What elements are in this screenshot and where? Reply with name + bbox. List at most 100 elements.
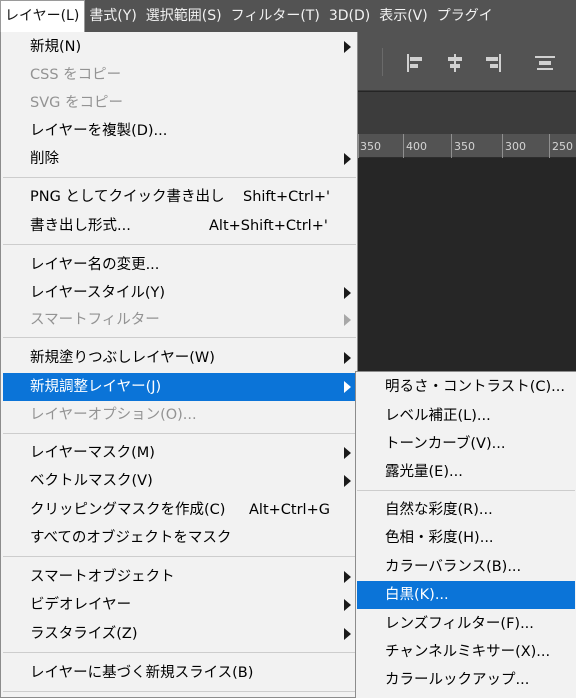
menu-item-copy-css[interactable]: CSS をコピー: [3, 61, 356, 89]
submenu-item-color-balance[interactable]: カラーバランス(B)...: [357, 553, 575, 581]
menu-item-new-fill-layer[interactable]: 新規塗りつぶしレイヤー(W): [3, 344, 356, 372]
menu-item-label: SVG をコピー: [30, 95, 123, 111]
menu-separator: [3, 652, 356, 653]
menu-item-layer-style[interactable]: レイヤースタイル(Y): [3, 279, 356, 307]
menubar: レイヤー(L) 書式(Y) 選択範囲(S) フィルター(T) 3D(D) 表示(…: [0, 0, 576, 33]
align-right-edges-icon[interactable]: [482, 53, 504, 73]
menubar-item-filter[interactable]: フィルター(T): [227, 0, 325, 33]
submenu-item-label: 露光量(E)...: [385, 464, 463, 480]
submenu-item-hue-saturation[interactable]: 色相・彩度(H)...: [357, 524, 575, 552]
submenu-item-channel-mixer[interactable]: チャンネルミキサー(X)...: [357, 638, 575, 666]
submenu-item-color-lookup[interactable]: カラールックアップ...: [357, 666, 575, 694]
menu-item-video-layer[interactable]: ビデオレイヤー: [3, 591, 356, 619]
menu-separator: [3, 691, 356, 692]
menu-item-shortcut: Alt+Shift+Ctrl+': [209, 218, 328, 234]
document-tabs-bar: [358, 92, 576, 134]
menu-item-layer-mask[interactable]: レイヤーマスク(M): [3, 439, 356, 467]
ruler-label: 350: [454, 140, 475, 153]
menu-item-vector-mask[interactable]: ベクトルマスク(V): [3, 467, 356, 495]
menu-item-label: レイヤーマスク(M): [30, 445, 155, 461]
submenu-arrow-icon: [344, 41, 351, 53]
submenu-arrow-icon: [344, 153, 351, 165]
menu-item-label: スマートフィルター: [30, 312, 160, 328]
submenu-item-label: トーンカーブ(V)...: [385, 436, 506, 452]
ruler-tick: [403, 134, 404, 158]
submenu-item-curves[interactable]: トーンカーブ(V)...: [357, 430, 575, 458]
layer-menu: 新規(N) CSS をコピー SVG をコピー レイヤーを複製(D)... 削除…: [0, 32, 358, 698]
submenu-item-label: レベル補正(L)...: [385, 408, 491, 424]
menu-item-smart-filter[interactable]: スマートフィルター: [3, 306, 356, 334]
submenu-item-vibrance[interactable]: 自然な彩度(R)...: [357, 496, 575, 524]
menubar-item-layer[interactable]: レイヤー(L): [0, 0, 86, 33]
menu-item-new-layer-based-slice[interactable]: レイヤーに基づく新規スライス(B): [3, 659, 356, 687]
menu-item-mask-all-objects[interactable]: すべてのオブジェクトをマスク: [3, 524, 356, 552]
menu-item-label: レイヤーに基づく新規スライス(B): [30, 665, 254, 681]
submenu-arrow-icon: [344, 599, 351, 611]
menubar-item-view[interactable]: 表示(V): [375, 0, 433, 33]
menu-item-new-adjustment-layer[interactable]: 新規調整レイヤー(J): [3, 373, 356, 401]
menu-item-label: 新規(N): [30, 39, 82, 55]
menu-item-label: すべてのオブジェクトをマスク: [30, 530, 232, 546]
submenu-item-label: 自然な彩度(R)...: [385, 502, 493, 518]
menu-item-rasterize[interactable]: ラスタライズ(Z): [3, 620, 356, 648]
menu-item-copy-svg[interactable]: SVG をコピー: [3, 89, 356, 117]
menubar-item-3d[interactable]: 3D(D): [325, 0, 375, 33]
menu-item-duplicate-layer[interactable]: レイヤーを複製(D)...: [3, 117, 356, 145]
menu-item-label: ラスタライズ(Z): [30, 626, 138, 642]
submenu-item-label: 白黒(K)...: [385, 587, 449, 603]
menu-separator: [3, 433, 356, 434]
submenu-item-label: レンズフィルター(F)...: [385, 616, 534, 632]
ruler-label: 400: [406, 140, 427, 153]
submenu-arrow-icon: [344, 628, 351, 640]
submenu-arrow-icon: [344, 314, 351, 326]
ruler-label: 300: [505, 140, 526, 153]
menu-item-label: レイヤーを複製(D)...: [30, 123, 168, 139]
menu-separator: [3, 556, 356, 557]
submenu-item-levels[interactable]: レベル補正(L)...: [357, 402, 575, 430]
menu-item-label: PNG としてクイック書き出し: [30, 189, 225, 205]
align-left-edges-icon[interactable]: [404, 53, 426, 73]
submenu-arrow-icon: [344, 352, 351, 364]
submenu-item-brightness-contrast[interactable]: 明るさ・コントラスト(C)...: [357, 373, 575, 401]
submenu-arrow-icon: [344, 571, 351, 583]
ruler-label: 350: [360, 140, 381, 153]
menubar-item-plugins[interactable]: プラグイ: [433, 0, 498, 33]
menu-item-label: レイヤースタイル(Y): [30, 285, 166, 301]
menu-item-layer-options[interactable]: レイヤーオプション(O)...: [3, 401, 356, 429]
submenu-item-label: 明るさ・コントラスト(C)...: [385, 379, 565, 395]
menu-separator: [3, 177, 356, 178]
menu-item-label: 書き出し形式...: [30, 218, 131, 234]
ruler-tick: [502, 134, 503, 158]
menu-separator: [3, 244, 356, 245]
submenu-item-label: チャンネルミキサー(X)...: [385, 644, 551, 660]
menu-item-label: ベクトルマスク(V): [30, 473, 153, 489]
submenu-item-label: カラーバランス(B)...: [385, 559, 522, 575]
ruler-tick: [358, 134, 359, 158]
adjustment-layer-submenu: 明るさ・コントラスト(C)... レベル補正(L)... トーンカーブ(V)..…: [355, 371, 576, 698]
menu-item-label: CSS をコピー: [30, 67, 122, 83]
ruler-tick: [549, 134, 550, 158]
menubar-item-select[interactable]: 選択範囲(S): [142, 0, 227, 33]
options-divider: [382, 48, 383, 76]
menu-item-quick-export-png[interactable]: PNG としてクイック書き出し Shift+Ctrl+': [3, 183, 356, 211]
menu-item-label: レイヤーオプション(O)...: [30, 407, 197, 423]
submenu-separator: [357, 490, 575, 491]
submenu-item-photo-filter[interactable]: レンズフィルター(F)...: [357, 610, 575, 638]
menu-item-label: 新規調整レイヤー(J): [30, 379, 162, 395]
menu-item-smart-object[interactable]: スマートオブジェクト: [3, 563, 356, 591]
menu-item-label: クリッピングマスクを作成(C): [30, 502, 226, 518]
align-top-edges-icon[interactable]: [534, 53, 556, 73]
menu-item-rename-layer[interactable]: レイヤー名の変更...: [3, 251, 356, 279]
submenu-item-exposure[interactable]: 露光量(E)...: [357, 458, 575, 486]
menu-item-export-as[interactable]: 書き出し形式... Alt+Shift+Ctrl+': [3, 212, 356, 240]
align-horizontal-centers-icon[interactable]: [444, 53, 466, 73]
menu-item-create-clipping-mask[interactable]: クリッピングマスクを作成(C) Alt+Ctrl+G: [3, 496, 356, 524]
menubar-item-type[interactable]: 書式(Y): [85, 0, 141, 33]
menu-item-label: 新規塗りつぶしレイヤー(W): [30, 350, 215, 366]
menu-item-new[interactable]: 新規(N): [3, 33, 356, 61]
submenu-arrow-icon: [344, 447, 351, 459]
submenu-item-label: カラールックアップ...: [385, 672, 530, 688]
menu-item-delete[interactable]: 削除: [3, 145, 356, 173]
horizontal-ruler: 350 400 350 300 250: [358, 134, 576, 158]
submenu-item-black-white[interactable]: 白黒(K)...: [357, 581, 575, 609]
